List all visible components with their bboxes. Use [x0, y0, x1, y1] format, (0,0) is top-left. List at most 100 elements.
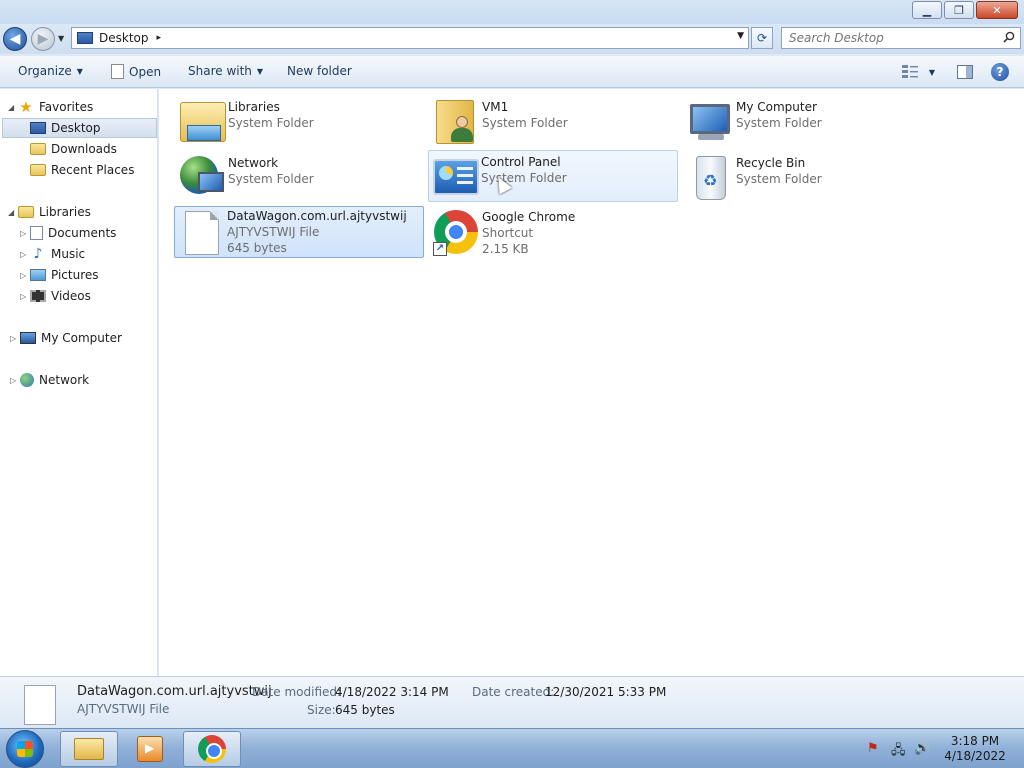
chevron-down-icon: ▼: [76, 66, 83, 76]
item-libraries[interactable]: Libraries System Folder: [175, 95, 425, 147]
volume-icon[interactable]: 🔊: [914, 741, 930, 756]
change-view-button[interactable]: [900, 62, 920, 82]
network-icon: [176, 152, 228, 202]
shortcut-arrow-icon: ↗: [433, 242, 447, 256]
item-name: Control Panel: [481, 155, 561, 169]
organize-label: Organize: [18, 64, 72, 78]
date-created-value: 12/30/2021 5:33 PM: [545, 685, 667, 699]
chrome-icon: ↗: [430, 208, 482, 258]
command-bar: Organize ▼ Open Share with ▼ New folder ▼ …: [0, 56, 1024, 88]
taskbar-google-chrome[interactable]: [183, 731, 241, 767]
search-input[interactable]: [789, 31, 999, 45]
search-icon[interactable]: [1003, 31, 1015, 43]
share-with-label: Share with: [188, 64, 252, 78]
nav-label: Recent Places: [51, 163, 135, 177]
recycle-bin-icon: [684, 152, 736, 202]
nav-item-recent-places[interactable]: Recent Places: [30, 160, 134, 180]
nav-item-videos[interactable]: ▷ Videos: [20, 286, 91, 306]
action-center-flag-icon[interactable]: ⚑: [867, 741, 879, 756]
file-icon: [24, 685, 56, 725]
nav-label: Music: [51, 247, 86, 261]
new-folder-button[interactable]: New folder: [287, 64, 352, 78]
share-with-menu[interactable]: Share with ▼: [188, 64, 263, 78]
nav-item-pictures[interactable]: ▷ Pictures: [20, 265, 99, 285]
recent-pages-dropdown[interactable]: ▼: [58, 34, 64, 43]
item-type: System Folder: [736, 172, 822, 186]
start-button[interactable]: [6, 730, 44, 768]
expand-arrow-icon[interactable]: ◢: [8, 208, 18, 217]
item-my-computer[interactable]: My Computer System Folder: [683, 95, 933, 147]
item-type: AJTYVSTWIJ File: [227, 225, 320, 239]
view-options-dropdown[interactable]: ▼: [922, 62, 942, 82]
expand-arrow-icon[interactable]: ▷: [20, 250, 30, 259]
control-panel-icon: [429, 151, 481, 201]
item-vm1[interactable]: VM1 System Folder: [429, 95, 679, 147]
forward-button[interactable]: ▶: [31, 27, 55, 51]
expand-arrow-icon[interactable]: ▷: [10, 376, 20, 385]
new-folder-label: New folder: [287, 64, 352, 78]
star-icon: ★: [19, 98, 33, 116]
title-bar: ▁ ❐ ✕: [0, 0, 1024, 24]
breadcrumb-desktop[interactable]: Desktop: [99, 31, 149, 45]
view-icon: [902, 65, 918, 78]
nav-network[interactable]: ▷ Network: [10, 370, 89, 390]
item-type: System Folder: [736, 116, 822, 130]
breadcrumb-chevron-icon[interactable]: ▸: [157, 33, 162, 43]
nav-label: Downloads: [51, 142, 117, 156]
address-bar[interactable]: Desktop ▸ ▼: [71, 27, 749, 49]
computer-icon: [20, 332, 36, 344]
item-datawagon-file[interactable]: DataWagon.com.url.ajtyvstwij AJTYVSTWIJ F…: [174, 206, 424, 258]
item-network[interactable]: Network System Folder: [175, 151, 425, 203]
maximize-button[interactable]: ❐: [944, 1, 974, 19]
open-label: Open: [129, 64, 162, 79]
libraries-icon: [176, 96, 228, 146]
address-history-dropdown[interactable]: ▼: [737, 31, 744, 41]
date-modified-label: Date modified:: [252, 685, 342, 699]
item-google-chrome[interactable]: ↗ Google Chrome Shortcut 2.15 KB: [429, 207, 679, 259]
open-button[interactable]: Open: [111, 64, 161, 79]
document-icon: [30, 226, 43, 240]
chrome-icon: [198, 735, 226, 763]
nav-item-downloads[interactable]: Downloads: [30, 139, 117, 159]
preview-pane-icon: [957, 65, 973, 79]
taskbar-media-player[interactable]: [121, 731, 179, 767]
nav-my-computer[interactable]: ▷ My Computer: [10, 328, 122, 348]
preview-pane-button[interactable]: [955, 62, 975, 82]
close-button[interactable]: ✕: [976, 1, 1018, 19]
nav-label: My Computer: [41, 331, 122, 345]
nav-item-music[interactable]: ▷ ♪ Music: [20, 244, 85, 264]
file-icon: [175, 207, 227, 257]
pictures-icon: [30, 269, 46, 281]
nav-item-desktop[interactable]: Desktop: [2, 118, 157, 138]
expand-arrow-icon[interactable]: ▷: [10, 334, 20, 343]
item-recycle-bin[interactable]: Recycle Bin System Folder: [683, 151, 933, 203]
item-type: Shortcut: [482, 226, 534, 240]
minimize-button[interactable]: ▁: [912, 1, 942, 19]
navigation-pane: ◢ ★ Favorites Desktop Downloads Recent Pla…: [0, 89, 158, 676]
network-status-icon[interactable]: 🖧: [891, 741, 906, 763]
expand-arrow-icon[interactable]: ▷: [20, 229, 30, 238]
nav-label: Videos: [51, 289, 91, 303]
nav-item-documents[interactable]: ▷ Documents: [20, 223, 116, 243]
organize-menu[interactable]: Organize ▼: [18, 64, 83, 78]
item-type: System Folder: [228, 172, 314, 186]
item-size: 2.15 KB: [482, 242, 529, 256]
item-name: Network: [228, 156, 279, 170]
refresh-button[interactable]: ⟳: [751, 27, 773, 49]
item-name: Recycle Bin: [736, 156, 806, 170]
item-control-panel[interactable]: Control Panel System Folder: [428, 150, 678, 202]
nav-favorites[interactable]: ◢ ★ Favorites: [8, 97, 93, 117]
back-button[interactable]: ◀: [3, 27, 27, 51]
taskbar-windows-explorer[interactable]: [60, 731, 118, 767]
recent-places-icon: [30, 164, 46, 176]
size-value: 645 bytes: [335, 703, 395, 717]
nav-libraries[interactable]: ◢ Libraries: [8, 202, 91, 222]
system-clock[interactable]: 3:18 PM 4/18/2022: [944, 734, 1006, 764]
expand-arrow-icon[interactable]: ▷: [20, 292, 30, 301]
help-button[interactable]: ?: [990, 62, 1010, 82]
nav-label: Libraries: [39, 205, 91, 219]
expand-arrow-icon[interactable]: ◢: [8, 103, 18, 112]
clock-date: 4/18/2022: [944, 749, 1006, 763]
expand-arrow-icon[interactable]: ▷: [20, 271, 30, 280]
open-file-icon: [111, 64, 124, 79]
